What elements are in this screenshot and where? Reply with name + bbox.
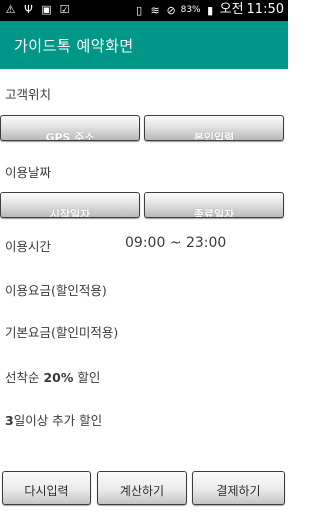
reset-button-label: 다시입력 bbox=[24, 484, 69, 498]
date-label: 이용날짜 bbox=[5, 165, 52, 180]
gps-address-button-label: GPS 주소 bbox=[45, 131, 95, 141]
warning-icon: ⚠ bbox=[5, 3, 16, 16]
multi-day-count: 3 bbox=[5, 413, 14, 428]
start-date-button-label: 시작일자 bbox=[49, 208, 91, 218]
multi-day-text: 일이상 추가 할인 bbox=[13, 413, 103, 428]
first-come-suffix: 할인 bbox=[73, 370, 101, 385]
discounted-fee-label: 이용요금(할인적용) bbox=[5, 283, 107, 298]
gps-address-button[interactable]: GPS 주소 bbox=[0, 115, 140, 141]
first-come-discount: 선착순 20% 할인 bbox=[5, 367, 100, 386]
end-date-button[interactable]: 종료일자 bbox=[144, 192, 284, 218]
status-am-pm: 오전 bbox=[219, 2, 244, 17]
wifi-icon: ≋ bbox=[150, 3, 160, 17]
reset-button[interactable]: 다시입력 bbox=[2, 471, 91, 505]
page-title: 가이드톡 예약화면 bbox=[14, 37, 134, 55]
battery-charging-icon: ▮ bbox=[207, 3, 214, 17]
image-icon: ▣ bbox=[41, 3, 52, 16]
battery-percent: 83% bbox=[180, 4, 201, 15]
first-come-percent: 20% bbox=[43, 370, 74, 385]
reservation-screen: ⚠ Ψ ▣ ☑ ▯ ≋ ⊘ 83% ▮ 오전 11:50 가이드톡 예약화면 고… bbox=[0, 0, 288, 512]
block-icon: ⊘ bbox=[166, 3, 176, 17]
check-icon: ☑ bbox=[59, 3, 70, 16]
usb-icon: Ψ bbox=[24, 3, 33, 16]
calculate-button-label: 계산하기 bbox=[119, 484, 165, 498]
calculate-button[interactable]: 계산하기 bbox=[97, 471, 187, 505]
time-label: 이용시간 bbox=[5, 239, 52, 254]
manual-input-button-label: 본인입력 bbox=[193, 131, 235, 141]
vibrate-icon: ▯ bbox=[136, 3, 143, 17]
manual-input-button[interactable]: 본인입력 bbox=[144, 115, 284, 141]
status-bar: ⚠ Ψ ▣ ☑ ▯ ≋ ⊘ 83% ▮ 오전 11:50 bbox=[0, 0, 288, 21]
pay-button-label: 결제하기 bbox=[216, 484, 261, 498]
action-bar: 가이드톡 예약화면 bbox=[0, 21, 288, 69]
first-come-prefix: 선착순 bbox=[5, 370, 44, 385]
multi-day-discount: 3일이상 추가 할인 bbox=[5, 410, 102, 429]
location-label: 고객위치 bbox=[5, 87, 52, 102]
pay-button[interactable]: 결제하기 bbox=[192, 471, 285, 505]
start-date-button[interactable]: 시작일자 bbox=[0, 192, 140, 218]
time-value: 09:00 ~ 23:00 bbox=[125, 235, 227, 251]
status-time: 11:50 bbox=[246, 2, 284, 17]
base-fee-label: 기본요금(할인미적용) bbox=[5, 325, 119, 340]
end-date-button-label: 종료일자 bbox=[193, 208, 235, 218]
